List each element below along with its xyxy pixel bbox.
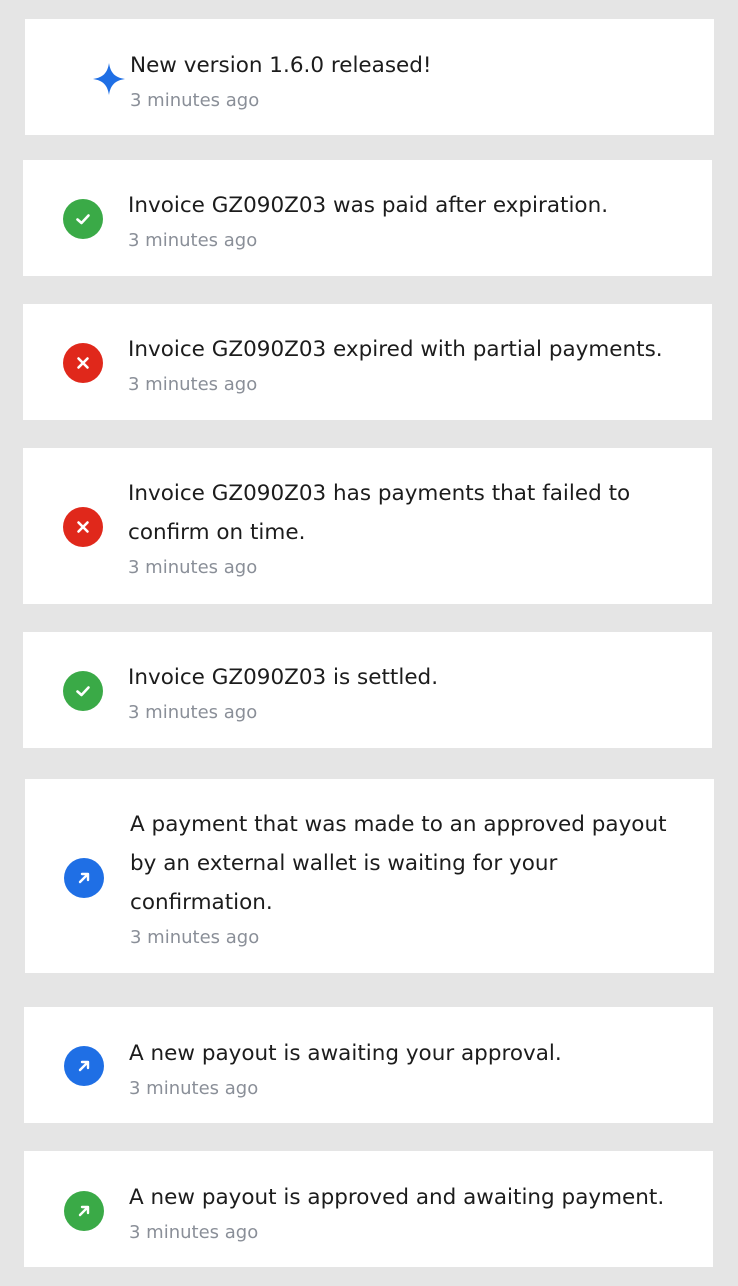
x-circle-icon: [63, 507, 103, 547]
notification-content: A payment that was made to an approved p…: [130, 805, 694, 953]
notification-time: 3 minutes ago: [128, 374, 258, 395]
x-circle-icon: [63, 343, 103, 383]
notification-content: New version 1.6.0 released! 3 minutes ag…: [130, 46, 694, 116]
notification-content: A new payout is awaiting your approval. …: [129, 1034, 693, 1104]
notification-message: New version 1.6.0 released!: [130, 53, 432, 78]
notification-item[interactable]: A new payout is approved and awaiting pa…: [24, 1151, 713, 1267]
notification-message: Invoice GZ090Z03 has payments that faile…: [128, 481, 631, 545]
check-circle-icon: [63, 199, 103, 239]
notification-message: A new payout is approved and awaiting pa…: [129, 1185, 665, 1210]
notification-item[interactable]: Invoice GZ090Z03 has payments that faile…: [23, 448, 712, 604]
check-circle-icon: [63, 671, 103, 711]
notification-message: A new payout is awaiting your approval.: [129, 1041, 562, 1066]
notification-content: A new payout is approved and awaiting pa…: [129, 1178, 693, 1248]
sparkle-icon: [89, 59, 129, 99]
notification-item[interactable]: Invoice GZ090Z03 was paid after expirati…: [23, 160, 712, 276]
notification-item[interactable]: Invoice GZ090Z03 is settled. 3 minutes a…: [23, 632, 712, 748]
arrow-up-right-icon: [64, 1191, 104, 1231]
notification-content: Invoice GZ090Z03 expired with partial pa…: [128, 330, 692, 400]
notification-message: Invoice GZ090Z03 is settled.: [128, 665, 439, 690]
notification-content: Invoice GZ090Z03 is settled. 3 minutes a…: [128, 658, 692, 728]
notification-message: Invoice GZ090Z03 was paid after expirati…: [128, 193, 609, 218]
notification-time: 3 minutes ago: [130, 90, 260, 111]
notification-time: 3 minutes ago: [129, 1078, 259, 1099]
notification-item[interactable]: Invoice GZ090Z03 expired with partial pa…: [23, 304, 712, 420]
notification-item[interactable]: A new payout is awaiting your approval. …: [24, 1007, 713, 1123]
notification-message: Invoice GZ090Z03 expired with partial pa…: [128, 337, 663, 362]
notification-time: 3 minutes ago: [128, 702, 258, 723]
notification-item[interactable]: A payment that was made to an approved p…: [25, 779, 714, 973]
notification-content: Invoice GZ090Z03 was paid after expirati…: [128, 186, 692, 256]
arrow-up-right-icon: [64, 1046, 104, 1086]
arrow-up-right-icon: [64, 858, 104, 898]
notification-time: 3 minutes ago: [129, 1222, 259, 1243]
notification-time: 3 minutes ago: [128, 230, 258, 251]
notification-time: 3 minutes ago: [128, 557, 258, 578]
notification-item[interactable]: New version 1.6.0 released! 3 minutes ag…: [25, 19, 714, 135]
notification-time: 3 minutes ago: [130, 927, 260, 948]
notification-message: A payment that was made to an approved p…: [130, 812, 667, 915]
notification-content: Invoice GZ090Z03 has payments that faile…: [128, 474, 692, 583]
